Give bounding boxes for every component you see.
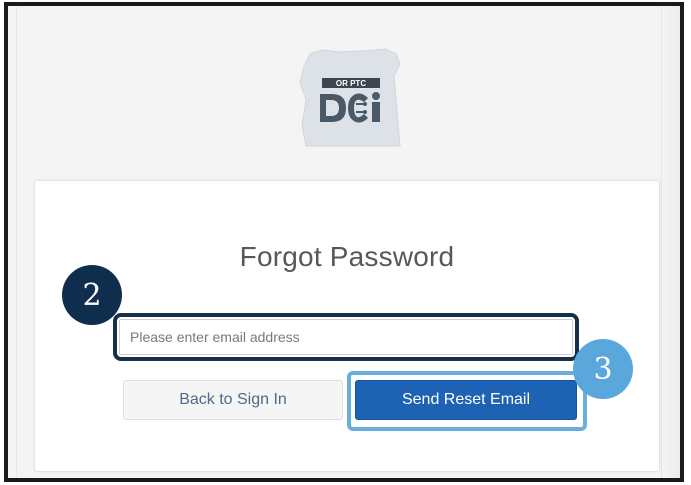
oregon-shape bbox=[299, 48, 401, 147]
callout-step-2: 2 bbox=[62, 265, 122, 325]
back-to-sign-in-button[interactable]: Back to Sign In bbox=[123, 380, 343, 420]
page-title: Forgot Password bbox=[239, 241, 455, 272]
send-reset-email-button[interactable]: Send Reset Email bbox=[355, 380, 577, 420]
back-to-sign-in-label: Back to Sign In bbox=[179, 391, 287, 408]
logo-badge-text: OR PTC bbox=[336, 79, 366, 88]
send-reset-email-label: Send Reset Email bbox=[401, 391, 531, 408]
callout-step-3: 3 bbox=[573, 339, 633, 399]
frame-divider bbox=[16, 6, 17, 478]
screenshot-frame: OR PTC Forgot Password Back to Sign In S… bbox=[4, 2, 684, 482]
or-ptc-dci-logo: OR PTC bbox=[299, 48, 401, 147]
forgot-password-card: Forgot Password Back to Sign In Send Res… bbox=[34, 180, 660, 472]
email-input[interactable] bbox=[119, 319, 573, 355]
